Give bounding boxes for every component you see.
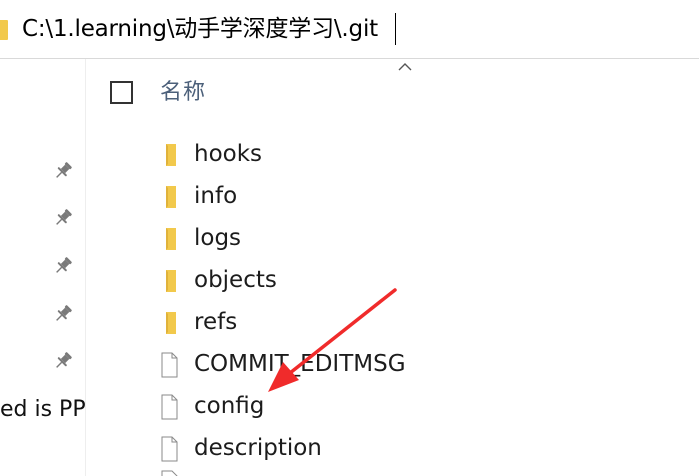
pane-divider <box>85 59 86 476</box>
list-item[interactable]: logs <box>150 218 690 258</box>
address-path[interactable]: C:\1.learning\动手学深度学习\.git <box>22 12 378 46</box>
folder-icon <box>166 312 176 334</box>
folder-icon <box>166 270 176 292</box>
item-name: config <box>194 393 265 419</box>
list-item[interactable]: description <box>150 428 690 468</box>
item-name: info <box>194 183 238 209</box>
item-name: objects <box>194 267 277 293</box>
column-header-name[interactable]: 名称 <box>160 78 206 108</box>
text-caret <box>395 13 396 45</box>
chevron-up-icon[interactable] <box>397 62 413 72</box>
item-name: refs <box>194 309 238 335</box>
pin-icon[interactable] <box>52 207 74 229</box>
item-name: logs <box>194 225 242 251</box>
file-icon <box>161 470 178 476</box>
file-icon <box>161 436 178 462</box>
folder-icon <box>166 144 176 166</box>
item-name: hooks <box>194 141 263 167</box>
list-item[interactable]: info <box>150 176 690 216</box>
address-bar[interactable]: C:\1.learning\动手学深度学习\.git <box>0 0 699 59</box>
pin-icon[interactable] <box>52 255 74 277</box>
folder-icon <box>166 228 176 250</box>
file-explorer-window: C:\1.learning\动手学深度学习\.git ed is PP 名称 h… <box>0 0 699 476</box>
item-name: description <box>194 435 322 461</box>
item-name: COMMIT_EDITMSG <box>194 351 406 377</box>
pin-icon[interactable] <box>52 303 74 325</box>
pin-icon[interactable] <box>52 160 74 182</box>
list-item[interactable]: objects <box>150 260 690 300</box>
folder-icon <box>166 186 176 208</box>
folder-icon <box>0 20 8 40</box>
file-icon <box>161 394 178 420</box>
list-item[interactable]: COMMIT_EDITMSG <box>150 344 690 384</box>
list-item[interactable]: refs <box>150 302 690 342</box>
select-all-checkbox[interactable] <box>110 81 133 104</box>
pin-icon[interactable] <box>52 350 74 372</box>
nav-item-label[interactable]: ed is PP <box>0 395 86 425</box>
list-item[interactable]: hooks <box>150 134 690 174</box>
list-item[interactable]: config <box>150 386 690 426</box>
file-icon <box>161 352 178 378</box>
